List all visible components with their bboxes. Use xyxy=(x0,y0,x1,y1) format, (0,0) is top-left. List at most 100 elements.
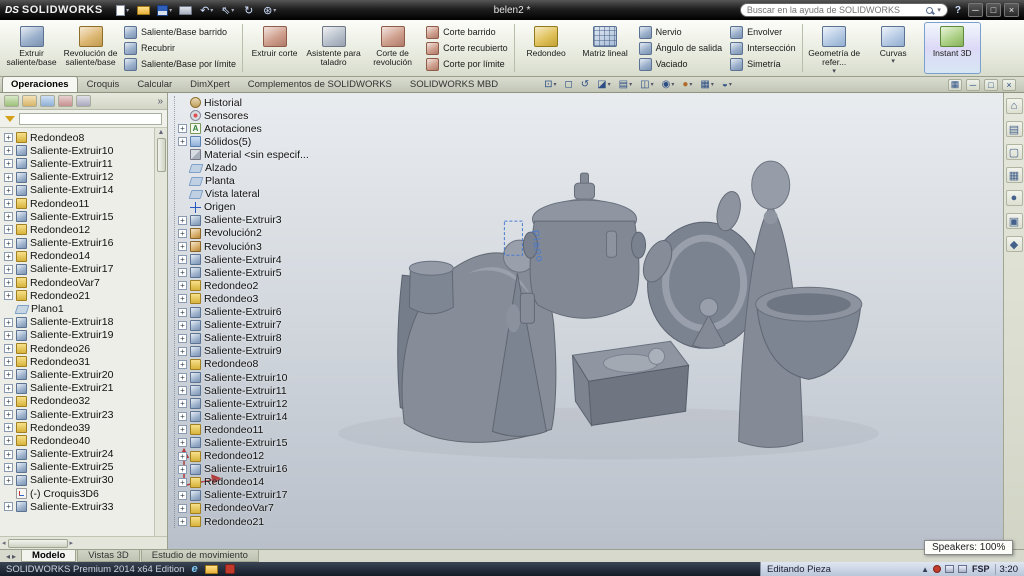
solidworks-resources-icon[interactable]: ⌂ xyxy=(1006,98,1023,114)
flyout-tree-item[interactable]: + Saliente-Extruir17 xyxy=(178,489,309,502)
save-button[interactable]: ▾ xyxy=(156,2,174,18)
flyout-tree-item[interactable]: + Saliente-Extruir10 xyxy=(178,371,309,384)
file-explorer-icon[interactable]: ▢ xyxy=(1006,144,1023,160)
tree-horizontal-scrollbar[interactable]: ◂ ▸ xyxy=(0,536,167,549)
flyout-tree-item[interactable]: + Vista lateral xyxy=(178,188,309,201)
scroll-right-icon[interactable]: ▸ xyxy=(70,539,74,547)
flyout-tree-item[interactable]: + Redondeo3 xyxy=(178,292,309,305)
scroll-up-icon[interactable]: ▲ xyxy=(158,129,165,136)
tab-nav-arrows[interactable]: ◂▸ xyxy=(2,552,20,561)
expand-icon[interactable]: + xyxy=(178,517,187,526)
expand-icon[interactable]: + xyxy=(4,265,13,274)
flyout-tree-item[interactable]: + Saliente-Extruir16 xyxy=(178,463,309,476)
flyout-tree-item[interactable]: + Revolución2 xyxy=(178,227,309,240)
expand-icon[interactable]: + xyxy=(4,370,13,379)
model-figure-arm[interactable] xyxy=(506,304,520,332)
expand-icon[interactable]: + xyxy=(4,146,13,155)
rebuild-button[interactable]: ↻ xyxy=(240,2,258,18)
zoom-fit-button[interactable]: ◻ xyxy=(561,78,575,92)
feature-tree-item[interactable]: + Saliente-Extruir24 xyxy=(4,448,154,461)
bottom-tab[interactable]: Vistas 3D xyxy=(77,550,139,562)
instant-3d-button[interactable]: Instant 3D xyxy=(924,22,981,74)
flyout-tree-item[interactable]: + Saliente-Extruir8 xyxy=(178,332,309,345)
tree-filter-input[interactable] xyxy=(19,113,162,125)
flyout-tree-item[interactable]: + Redondeo11 xyxy=(178,423,309,436)
scrollbar-thumb[interactable] xyxy=(8,539,68,548)
expand-icon[interactable]: + xyxy=(178,268,187,277)
ribbon-tab[interactable]: Operaciones xyxy=(2,76,78,92)
section-view-button[interactable]: ◪▾ xyxy=(594,78,613,92)
feature-tree-item[interactable]: + Saliente-Extruir23 xyxy=(4,408,154,421)
expand-icon[interactable]: + xyxy=(4,397,13,406)
print-button[interactable] xyxy=(177,2,195,18)
tab-scroll-right-icon[interactable]: ▸ xyxy=(12,552,16,561)
feature-tree-item[interactable]: + Saliente-Extruir16 xyxy=(4,237,154,250)
ribbon-small-button[interactable]: Saliente/Base barrido xyxy=(124,25,236,40)
feature-tree-item[interactable]: + Saliente-Extruir10 xyxy=(4,144,154,157)
minimize-button[interactable]: ─ xyxy=(968,3,983,17)
feature-tree-item[interactable]: + Redondeo8 xyxy=(4,131,154,144)
displaymanager-tab-icon[interactable] xyxy=(76,95,91,107)
custom-properties-icon[interactable]: ▣ xyxy=(1006,213,1023,229)
expand-icon[interactable]: + xyxy=(4,291,13,300)
expand-icon[interactable]: + xyxy=(178,399,187,408)
security-tray-icon[interactable] xyxy=(933,565,941,573)
expand-icon[interactable]: + xyxy=(178,425,187,434)
apply-scene-button[interactable]: ▦▾ xyxy=(697,78,716,92)
flyout-tree-item[interactable]: + Saliente-Extruir15 xyxy=(178,436,309,449)
expand-icon[interactable]: + xyxy=(4,199,13,208)
ribbon-tab[interactable]: SOLIDWORKS MBD xyxy=(401,76,507,92)
flyout-tree-item[interactable]: + Origen xyxy=(178,201,309,214)
expand-icon[interactable]: + xyxy=(178,412,187,421)
scrollbar-thumb[interactable] xyxy=(157,138,166,172)
flyout-tree-item[interactable]: + Saliente-Extruir7 xyxy=(178,319,309,332)
feature-tree-item[interactable]: + Saliente-Extruir20 xyxy=(4,368,154,381)
feature-tree-item[interactable]: + Saliente-Extruir14 xyxy=(4,184,154,197)
feature-tree-item[interactable]: + Saliente-Extruir18 xyxy=(4,316,154,329)
ribbon-tab[interactable]: Croquis xyxy=(78,76,129,92)
taskbar-app-icon[interactable] xyxy=(225,564,235,574)
flyout-tree-item[interactable]: + Anotaciones xyxy=(178,122,309,135)
doc-scene-icon[interactable]: ▦ xyxy=(948,79,962,91)
model-figure-small-head[interactable] xyxy=(700,298,718,316)
maximize-button[interactable]: □ xyxy=(986,3,1001,17)
flyout-tree-item[interactable]: + Redondeo12 xyxy=(178,450,309,463)
flyout-tree-item[interactable]: + Saliente-Extruir11 xyxy=(178,384,309,397)
options-button[interactable]: ⊛▾ xyxy=(261,2,279,18)
flyout-tree-item[interactable]: + Revolución3 xyxy=(178,240,309,253)
propertymanager-tab-icon[interactable] xyxy=(22,95,37,107)
fsp-indicator[interactable]: FSP xyxy=(972,564,990,574)
expand-icon[interactable]: + xyxy=(178,124,187,133)
help-search-box[interactable]: ▾ xyxy=(740,3,948,17)
close-button[interactable]: × xyxy=(1004,3,1019,17)
expand-icon[interactable]: + xyxy=(4,344,13,353)
reference-geometry-button[interactable]: Geometría de refer... ▾ xyxy=(806,22,863,74)
doc-minimize-button[interactable]: ─ xyxy=(966,79,980,91)
fillet-button[interactable]: Redondeo xyxy=(518,22,575,74)
feature-tree-item[interactable]: + Plano1 xyxy=(4,302,154,315)
ribbon-tab[interactable]: Complementos de SOLIDWORKS xyxy=(239,76,401,92)
revolve-boss-button[interactable]: Revolución de saliente/base xyxy=(62,22,119,74)
internet-explorer-icon[interactable]: e xyxy=(191,564,197,574)
ribbon-small-button[interactable]: Corte por límite xyxy=(426,57,508,72)
flyout-tree-item[interactable]: + Planta xyxy=(178,175,309,188)
expand-icon[interactable]: + xyxy=(4,502,13,511)
expand-icon[interactable]: + xyxy=(4,410,13,419)
flyout-tree-item[interactable]: + Saliente-Extruir14 xyxy=(178,410,309,423)
volume-tray-icon[interactable] xyxy=(945,565,954,573)
expand-icon[interactable]: + xyxy=(4,331,13,340)
ribbon-tab[interactable]: DimXpert xyxy=(181,76,239,92)
revolved-cut-button[interactable]: Corte de revolución xyxy=(364,22,421,74)
feature-tree-item[interactable]: + Saliente-Extruir21 xyxy=(4,382,154,395)
expand-icon[interactable]: + xyxy=(178,452,187,461)
ribbon-small-button[interactable]: Corte barrido xyxy=(426,25,508,40)
flyout-tree-item[interactable]: + Saliente-Extruir6 xyxy=(178,306,309,319)
expand-icon[interactable]: + xyxy=(178,216,187,225)
model-pot-left[interactable] xyxy=(409,269,453,314)
bottom-tab[interactable]: Modelo xyxy=(21,550,76,562)
expand-icon[interactable]: + xyxy=(178,465,187,474)
curves-button[interactable]: Curvas ▾ xyxy=(865,22,922,74)
feature-tree-item[interactable]: + Redondeo31 xyxy=(4,355,154,368)
model-baby-head[interactable] xyxy=(649,348,665,364)
feature-tree-item[interactable]: + Redondeo12 xyxy=(4,223,154,236)
